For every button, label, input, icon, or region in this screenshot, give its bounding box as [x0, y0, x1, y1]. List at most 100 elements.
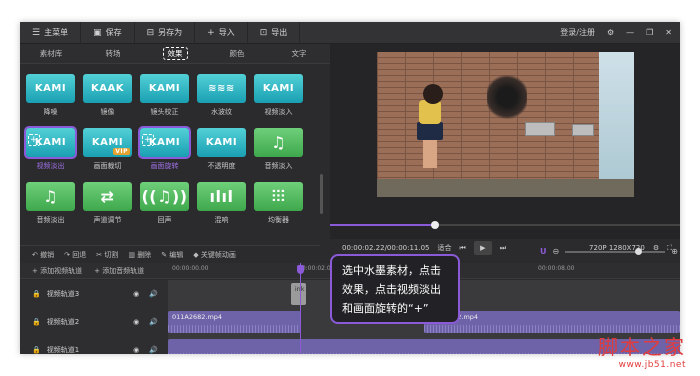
visibility-eye-icon[interactable]: ◉: [133, 346, 139, 354]
timeline-clip[interactable]: 011A2682.mp4: [168, 311, 302, 333]
close-icon[interactable]: ✕: [665, 28, 672, 37]
timeline-track: 🔒 视频轨道1 ◉ 🔊: [20, 336, 680, 354]
effect-thumbnail[interactable]: ♫: [254, 128, 303, 157]
effect-item[interactable]: KAMI 视频淡入: [254, 74, 303, 128]
zoom-slider[interactable]: [565, 247, 666, 255]
effect-item[interactable]: ⇄ 声道调节: [83, 182, 132, 236]
preview-panel: [330, 44, 680, 239]
prev-frame-icon[interactable]: ⏮: [460, 244, 466, 253]
effect-label: 镜像: [100, 108, 115, 116]
effect-item[interactable]: KAAK 镜像: [83, 74, 132, 128]
lock-icon[interactable]: 🔒: [32, 318, 41, 326]
effect-item[interactable]: KAMI 不透明度: [197, 128, 246, 182]
effect-thumbnail[interactable]: ≋≋≋: [197, 74, 246, 103]
tab-label: 颜色: [229, 49, 245, 58]
tab-0[interactable]: 素材库: [20, 44, 82, 63]
effect-item[interactable]: KAMI + 画面旋转: [138, 126, 191, 182]
effect-thumbnail[interactable]: ((♫)): [140, 182, 189, 211]
add-effect-plus-icon[interactable]: +: [142, 134, 154, 146]
visibility-eye-icon[interactable]: ◉: [133, 318, 139, 326]
effect-thumb-text: ⫶⫶⫶: [271, 186, 286, 206]
volume-icon[interactable]: 🔊: [149, 318, 158, 326]
toolbar-item-export[interactable]: ⊡ 导出: [248, 22, 301, 44]
add-audio-track-button[interactable]: + 添加音频轨道: [94, 266, 144, 276]
effect-thumbnail[interactable]: ılıl: [197, 182, 246, 211]
magnet-icon[interactable]: U: [540, 247, 547, 256]
effect-thumbnail[interactable]: KAMI: [140, 74, 189, 103]
edit-undo-button[interactable]: ↶ 撤销: [32, 250, 54, 260]
edit-cut-button[interactable]: ✂ 切割: [96, 250, 118, 260]
undo-icon: ↶: [32, 250, 38, 259]
restore-icon[interactable]: ❐: [646, 28, 653, 37]
effect-thumbnail[interactable]: KAAK: [83, 74, 132, 103]
effect-thumbnail[interactable]: KAMI +: [24, 126, 77, 159]
effect-thumbnail[interactable]: ⫶⫶⫶: [254, 182, 303, 211]
edit-keyframe-button[interactable]: ◆ 关键帧动画: [193, 250, 236, 260]
toolbar-item-save[interactable]: ▣ 保存: [81, 22, 135, 44]
settings-icon[interactable]: ⚙: [607, 28, 614, 37]
effect-item[interactable]: ((♫)) 回声: [140, 182, 189, 236]
effect-label: 不透明度: [207, 162, 236, 170]
effect-item[interactable]: ≋≋≋ 水波纹: [197, 74, 246, 128]
add-video-track-button[interactable]: + 添加视频轨道: [32, 266, 82, 276]
redo-icon: ↷: [64, 250, 70, 259]
keyframe-icon: ◆: [193, 250, 199, 259]
editor-window: ☰ 主菜单 ▣ 保存 ⊟ 另存为 + 导入 ⊡ 导出 登录/注册 ⚙ — ❐ ✕ 素材库 转场 效果 颜色 文字 K…: [20, 22, 680, 354]
effect-item[interactable]: ılıl 混响: [197, 182, 246, 236]
tab-2[interactable]: 效果: [144, 44, 206, 63]
volume-icon[interactable]: 🔊: [149, 346, 158, 354]
progress-knob[interactable]: [431, 221, 439, 229]
tab-3[interactable]: 颜色: [206, 44, 268, 63]
tab-1[interactable]: 转场: [82, 44, 144, 63]
zoom-out-icon[interactable]: ⊖: [553, 247, 560, 256]
minimize-icon[interactable]: —: [626, 28, 634, 37]
effect-item[interactable]: KAMI 镜头校正: [140, 74, 189, 128]
ruler-tick: 00:00:00.00: [172, 265, 209, 272]
track-name: 视频轨道2: [46, 318, 80, 326]
effect-thumbnail[interactable]: KAMI: [26, 74, 75, 103]
timeline-clip[interactable]: ink: [290, 283, 307, 305]
toolbar-item-save-as[interactable]: ⊟ 另存为: [135, 22, 196, 44]
ink-splash: [487, 72, 527, 122]
effects-panel: KAMI 降噪 KAAK 镜像 KAMI 镜头校正 ≋≋≋ 水波纹 KAMI 视频淡入 KAMI + 视…: [20, 64, 330, 239]
tab-4[interactable]: 文字: [268, 44, 330, 63]
add-effect-plus-icon[interactable]: +: [28, 134, 40, 146]
zoom-in-icon[interactable]: ⊕: [671, 247, 678, 256]
lock-icon[interactable]: 🔒: [32, 290, 41, 298]
effect-label: 回声: [157, 216, 172, 224]
effect-thumbnail[interactable]: KAMI: [254, 74, 303, 103]
timeline-clip[interactable]: 011A2682.mp4: [424, 311, 680, 333]
effect-item[interactable]: KAMI 降噪: [26, 74, 75, 128]
effects-scrollbar[interactable]: [320, 174, 323, 214]
effect-thumbnail[interactable]: ⇄: [83, 182, 132, 211]
effect-thumbnail[interactable]: ♫: [26, 182, 75, 211]
login-link[interactable]: 登录/注册: [560, 27, 595, 38]
playhead[interactable]: [300, 263, 301, 354]
effect-item[interactable]: KAMI VIP 画面裁切: [83, 128, 132, 182]
toolbar-item-menu[interactable]: ☰ 主菜单: [20, 22, 82, 44]
effect-item[interactable]: ⫶⫶⫶ 均衡器: [254, 182, 303, 236]
effect-item[interactable]: ♫ 音频淡出: [26, 182, 75, 236]
effect-thumbnail[interactable]: KAMI: [197, 128, 246, 157]
next-frame-icon[interactable]: ⏭: [500, 244, 506, 253]
effect-thumbnail[interactable]: KAMI VIP: [83, 128, 132, 157]
edit-delete-button[interactable]: ▥ 删除: [128, 250, 151, 260]
effect-item[interactable]: ♫ 音频淡入: [254, 128, 303, 182]
edit-edit-button[interactable]: ✎ 编辑: [161, 250, 183, 260]
time-display: 00:00:02.22/00:00:11.05: [342, 244, 430, 252]
effect-thumbnail[interactable]: KAMI +: [138, 126, 191, 159]
play-button[interactable]: ▶: [473, 241, 492, 255]
effect-item[interactable]: KAMI + 视频淡出: [24, 126, 77, 182]
edit-redo-button[interactable]: ↷ 回退: [64, 250, 86, 260]
toolbar-item-import[interactable]: + 导入: [195, 22, 248, 44]
visibility-eye-icon[interactable]: ◉: [133, 290, 139, 298]
zoom-knob[interactable]: [635, 247, 643, 255]
sky: [599, 52, 634, 197]
volume-icon[interactable]: 🔊: [149, 290, 158, 298]
lock-icon[interactable]: 🔒: [32, 346, 41, 354]
window-vent: [525, 122, 555, 136]
ruler-tick: 00:00:08.00: [538, 265, 575, 272]
ground: [377, 179, 634, 197]
fit-select[interactable]: 适合: [438, 243, 452, 253]
playhead-handle[interactable]: [297, 265, 304, 274]
